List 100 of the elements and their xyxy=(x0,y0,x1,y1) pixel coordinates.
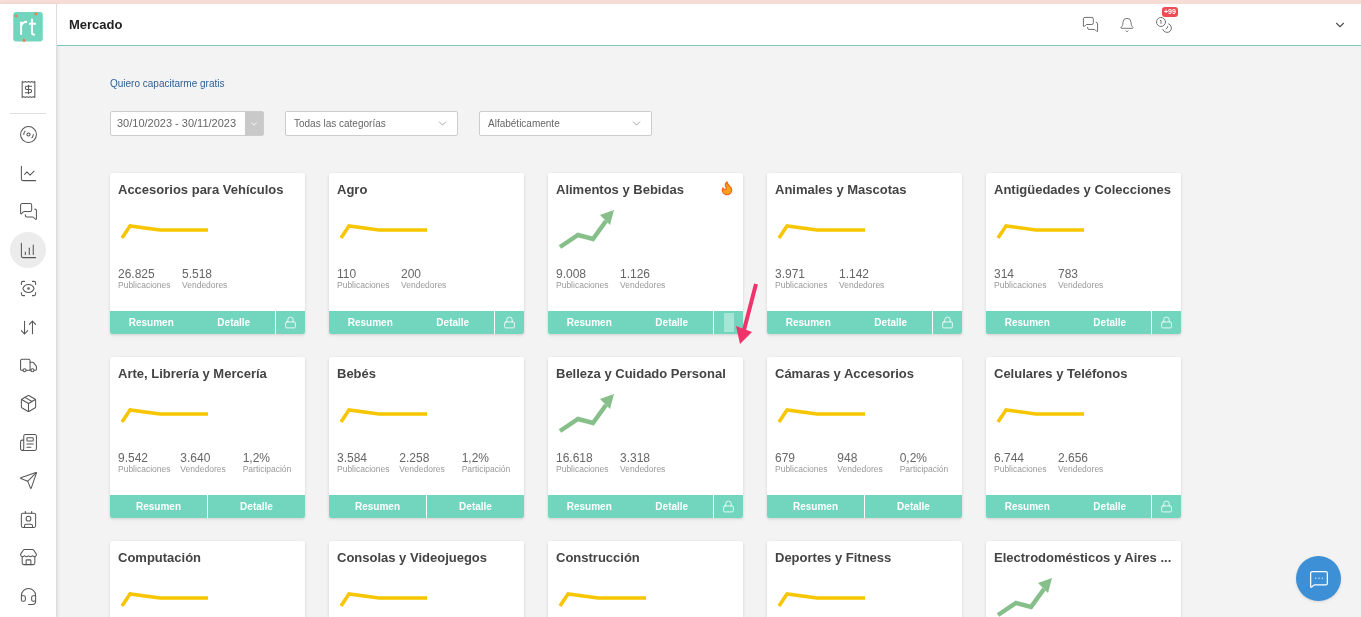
lock-icon xyxy=(941,316,954,329)
lock-icon xyxy=(284,316,297,329)
stat-value: 3.318 xyxy=(620,451,652,464)
chat-bubbles-icon xyxy=(18,202,38,222)
stat-value: 1.126 xyxy=(620,267,652,280)
lock-icon xyxy=(722,500,735,513)
stat-value: 948 xyxy=(837,451,859,464)
category-title: Belleza y Cuidado Personal xyxy=(556,365,726,383)
page-title: Mercado xyxy=(69,15,123,34)
stat-label: Participación xyxy=(242,464,293,473)
stat-value: 3.640 xyxy=(180,451,212,464)
card-action-button[interactable]: Detalle xyxy=(630,311,713,334)
category-title: Celulares y Teléfonos xyxy=(994,365,1128,383)
category-title: Alimentos y Bebidas xyxy=(556,181,684,199)
truck-icon xyxy=(18,356,38,375)
card-action-button[interactable]: Resumen xyxy=(110,495,207,518)
coins-icon[interactable] xyxy=(1155,15,1173,34)
category-title: Antigüedades y Colecciones xyxy=(994,181,1171,199)
category-title: Electrodomésticos y Aires ... xyxy=(994,549,1172,567)
stat-label: Vendedores xyxy=(182,280,229,289)
category-title: Animales y Mascotas xyxy=(775,181,907,199)
category-title: Computación xyxy=(118,549,202,567)
notifications-icon[interactable] xyxy=(1119,16,1135,33)
stat-label: Publicaciones xyxy=(775,280,829,289)
card-action-button[interactable]: Resumen xyxy=(767,311,850,334)
contact-card-icon xyxy=(18,509,38,529)
stat-label: Publicaciones xyxy=(118,280,172,289)
category-select[interactable]: Todas las categorías xyxy=(285,111,458,136)
category-title: Bebés xyxy=(337,365,377,383)
stat-label: Publicaciones xyxy=(556,280,610,289)
card-action-button[interactable]: Resumen xyxy=(548,311,631,334)
stat-label: Vendedores xyxy=(1058,280,1105,289)
faded-lock-button[interactable] xyxy=(713,311,743,334)
category-title: Agro xyxy=(337,181,368,199)
stat-value: 3.971 xyxy=(775,267,807,280)
stat-value: 16.618 xyxy=(556,451,594,464)
category-title: Deportes y Fitness xyxy=(775,549,892,567)
lock-icon xyxy=(1160,500,1173,513)
stat-label: Vendedores xyxy=(620,280,667,289)
stat-value: 0,2% xyxy=(899,451,928,464)
category-title: Consolas y Videojuegos xyxy=(337,549,488,567)
stat-value: 110 xyxy=(337,267,358,280)
sidebar-item[interactable] xyxy=(10,232,46,268)
stat-value: 783 xyxy=(1058,267,1080,280)
lock-icon xyxy=(503,316,516,329)
document-icon xyxy=(18,432,38,452)
app-logo xyxy=(12,10,44,44)
card-action-button[interactable]: Resumen xyxy=(110,311,193,334)
category-title: Accesorios para Vehículos xyxy=(118,181,284,199)
stat-label: Publicaciones xyxy=(994,464,1048,473)
stat-label: Publicaciones xyxy=(775,464,829,473)
stat-label: Vendedores xyxy=(839,280,886,289)
stat-label: Participación xyxy=(899,464,950,473)
card-action-button[interactable]: Detalle xyxy=(1068,311,1151,334)
card-action-button[interactable]: Detalle xyxy=(411,311,494,334)
stat-value: 200 xyxy=(401,267,423,280)
stat-label: Vendedores xyxy=(399,464,446,473)
stat-label: Publicaciones xyxy=(118,464,172,473)
stat-label: Vendedores xyxy=(837,464,884,473)
card-action-button[interactable]: Detalle xyxy=(207,495,305,518)
stat-label: Vendedores xyxy=(620,464,667,473)
card-action-button[interactable]: Resumen xyxy=(548,495,631,518)
training-link[interactable]: Quiero capacitarme gratis xyxy=(110,78,225,89)
stat-value: 26.825 xyxy=(118,267,156,280)
stat-value: 1,2% xyxy=(242,451,271,464)
stat-value: 1.142 xyxy=(839,267,871,280)
lock-icon xyxy=(1160,316,1173,329)
stat-label: Publicaciones xyxy=(337,280,391,289)
stat-label: Vendedores xyxy=(180,464,227,473)
category-title: Construcción xyxy=(556,549,640,567)
card-action-button[interactable]: Resumen xyxy=(986,311,1069,334)
card-action-button[interactable]: Resumen xyxy=(329,495,426,518)
sort-select[interactable]: Alfabéticamente xyxy=(479,111,652,136)
stat-label: Publicaciones xyxy=(556,464,610,473)
card-action-button[interactable]: Detalle xyxy=(630,495,713,518)
stat-label: Publicaciones xyxy=(337,464,391,473)
line-chart-icon xyxy=(18,163,38,183)
card-action-button[interactable]: Detalle xyxy=(192,311,275,334)
stat-value: 314 xyxy=(994,267,1016,280)
card-action-button[interactable]: Resumen xyxy=(986,495,1069,518)
stat-value: 6.744 xyxy=(994,451,1026,464)
stat-value: 2.656 xyxy=(1058,451,1090,464)
stat-value: 679 xyxy=(775,451,797,464)
chat-bubbles-icon[interactable] xyxy=(1082,16,1099,33)
category-title: Arte, Librería y Mercería xyxy=(118,365,267,383)
card-action-button[interactable]: Resumen xyxy=(767,495,864,518)
stat-value: 5.518 xyxy=(182,267,214,280)
card-action-button[interactable]: Detalle xyxy=(426,495,524,518)
bar-chart-icon xyxy=(18,240,38,260)
coin-icon xyxy=(18,125,38,145)
date-range-field[interactable]: 30/10/2023 - 30/11/2023 xyxy=(110,111,264,136)
transfer-icon xyxy=(18,317,38,337)
card-action-button[interactable]: Detalle xyxy=(849,311,932,334)
headset-icon xyxy=(18,586,38,606)
chat-fab[interactable] xyxy=(1296,556,1341,601)
stat-value: 3.584 xyxy=(337,451,369,464)
card-action-button[interactable]: Resumen xyxy=(329,311,412,334)
package-icon xyxy=(18,394,38,414)
card-action-button[interactable]: Detalle xyxy=(864,495,962,518)
card-action-button[interactable]: Detalle xyxy=(1068,495,1151,518)
